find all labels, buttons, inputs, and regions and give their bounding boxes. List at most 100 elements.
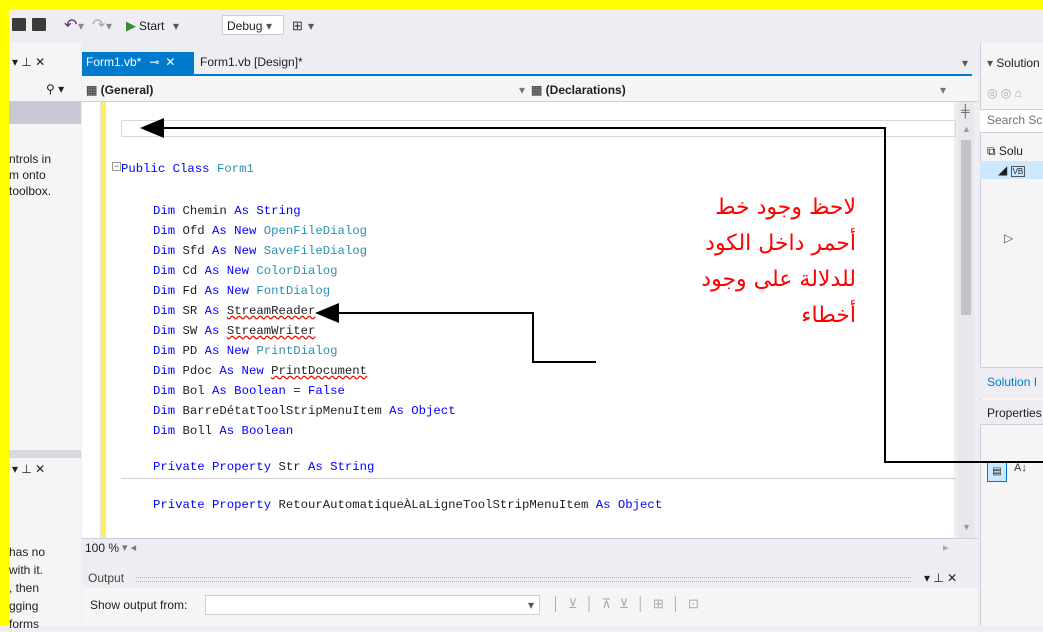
help-message-3: , then: [9, 581, 40, 595]
toolbox-message-2: m onto: [9, 168, 46, 182]
class-icon: ▦: [86, 83, 101, 97]
code-line: Dim BarreDétatToolStripMenuItem As Objec…: [153, 404, 456, 418]
help-message-4: gging: [9, 599, 39, 613]
output-source-select[interactable]: [205, 595, 540, 615]
code-line-property: Private Property RetourAutomatiqueÀLaLig…: [153, 498, 663, 512]
config-dropdown-icon[interactable]: ▾: [266, 17, 272, 35]
code-line: Dim Cd As New ColorDialog: [153, 264, 338, 278]
code-line: Dim Bol As Boolean = False: [153, 384, 345, 398]
declarations-dropdown-arrow-icon[interactable]: ▾: [940, 82, 946, 98]
code-line: Dim Ofd As New OpenFileDialog: [153, 224, 368, 238]
annotation-line-2: أحمر داخل الكود: [705, 231, 856, 256]
toolbox-message-3: toolbox.: [9, 184, 52, 198]
start-button[interactable]: Start: [139, 17, 164, 35]
code-line-property: Private Property Str As String: [153, 460, 375, 474]
vb-project-icon: VB: [1010, 166, 1026, 177]
method-separator: [121, 478, 956, 479]
code-line: Dim Sfd As New SaveFileDialog: [153, 244, 368, 258]
pin-icon[interactable]: ⊸: [149, 55, 159, 69]
yellow-left-border: [0, 0, 9, 626]
solution-icon: ⧉: [987, 144, 999, 158]
declarations-dropdown-value: (Declarations): [545, 83, 626, 97]
find-icon[interactable]: ⊞: [292, 17, 303, 35]
output-panel-controls[interactable]: ▾ ⊥ ✕: [924, 571, 957, 585]
toolbox-message-1: ntrols in: [9, 152, 52, 166]
toolbox-panel-controls[interactable]: ▾ ⊥ ✕: [12, 55, 45, 69]
project-node[interactable]: ◢ VB: [998, 162, 1043, 180]
declarations-dropdown[interactable]: ▦ (Declarations): [531, 82, 626, 98]
code-line-class: Public Class Form1: [121, 162, 254, 176]
alphabetical-icon[interactable]: A↓: [1014, 462, 1027, 474]
annotation-text: لاحظ وجود خط أحمر داخل الكود للدلالة على…: [596, 190, 856, 334]
nav-arrows-icon[interactable]: ◎ ◎ ⌂: [987, 85, 1043, 101]
toolbar-overflow-icon[interactable]: ▾: [308, 17, 314, 35]
save-all-icon[interactable]: [32, 18, 46, 31]
properties-title: Properties: [987, 406, 1042, 420]
output-source-dropdown-icon[interactable]: ▾: [528, 598, 534, 612]
panel-dropdown-icon[interactable]: ▾: [987, 56, 996, 70]
scroll-up-icon[interactable]: ▲: [962, 124, 971, 134]
vertical-scrollbar-thumb[interactable]: [961, 140, 971, 315]
help-message-5: forms: [9, 617, 39, 631]
solution-tree-root-label: Solu: [998, 144, 1023, 158]
current-line-highlight: [121, 120, 956, 137]
output-title: Output: [88, 571, 125, 585]
undo-icon[interactable]: ↶: [64, 17, 77, 35]
tab-form1-code-label: Form1.vb*: [86, 55, 142, 69]
configuration-value: Debug: [227, 19, 263, 33]
annotation-line-1: لاحظ وجود خط: [715, 195, 856, 220]
solution-explorer-title: ▾ Solution E: [987, 55, 1043, 71]
solution-explorer-title-text: Solution E: [996, 56, 1043, 70]
code-line: Dim Chemin As String: [153, 204, 301, 218]
general-dropdown-arrow-icon[interactable]: ▾: [519, 82, 525, 98]
close-tab-icon[interactable]: ✕: [165, 55, 175, 69]
code-line-error: Dim SR As StreamReader: [153, 304, 316, 318]
method-icon: ▦: [531, 83, 546, 97]
collapse-icon[interactable]: −: [112, 162, 121, 171]
start-play-icon[interactable]: ▶: [126, 17, 136, 35]
scroll-down-icon[interactable]: ▼: [962, 522, 971, 532]
code-line: Dim PD As New PrintDialog: [153, 344, 338, 358]
help-message-2: with it.: [9, 563, 44, 577]
start-dropdown-icon[interactable]: ▾: [173, 17, 179, 35]
tab-list-dropdown-icon[interactable]: ▾: [962, 56, 968, 70]
configuration-select[interactable]: Debug: [222, 15, 284, 35]
solution-search-placeholder: Search Sc: [987, 113, 1043, 127]
zoom-level[interactable]: 100 %: [85, 541, 119, 555]
code-line: Dim Boll As Boolean: [153, 424, 294, 438]
zoom-dropdown-icon[interactable]: ▾ ◂: [122, 541, 136, 554]
editor-status-bar: [82, 538, 978, 559]
annotation-line-4: أخطاء: [801, 303, 856, 328]
tab-form1-code[interactable]: Form1.vb* ⊸ ✕: [82, 52, 194, 74]
expand-arrow-icon[interactable]: ▷: [1004, 230, 1043, 246]
redo-dropdown-icon[interactable]: ▾: [106, 17, 112, 35]
solution-tree-root[interactable]: ⧉ Solu: [987, 143, 1043, 159]
toolbox-search-icon[interactable]: ⚲ ▾: [46, 82, 64, 96]
code-line: Dim Fd As New FontDialog: [153, 284, 331, 298]
general-dropdown-value: (General): [100, 83, 154, 97]
code-line-error: Dim Pdoc As New PrintDocument: [153, 364, 368, 378]
solution-explorer-tab[interactable]: Solution I: [987, 374, 1043, 390]
editor-margin: [82, 102, 101, 538]
yellow-top-border: [0, 0, 1043, 10]
toolbox-panel: [9, 43, 81, 626]
help-message-1: has no: [9, 545, 46, 559]
scroll-right-icon[interactable]: ▸: [943, 541, 949, 554]
code-line-error: Dim SW As StreamWriter: [153, 324, 316, 338]
save-icon[interactable]: [12, 18, 26, 31]
split-editor-icon[interactable]: ╪: [961, 104, 970, 118]
properties-panel-controls[interactable]: ▾ ⊥ ✕: [12, 462, 45, 476]
change-tracking-bar: [101, 102, 106, 538]
output-drag-grip[interactable]: [136, 577, 911, 582]
redo-icon[interactable]: ↷: [92, 17, 105, 35]
navigation-bar: [82, 76, 978, 102]
toolbox-header: [9, 101, 81, 124]
general-dropdown[interactable]: ▦ (General): [86, 82, 153, 98]
panel-splitter[interactable]: [9, 450, 81, 458]
undo-dropdown-icon[interactable]: ▾: [78, 17, 84, 35]
annotation-line-3: للدلالة على وجود: [701, 267, 856, 292]
tab-form1-design[interactable]: Form1.vb [Design]*: [196, 52, 326, 74]
categorized-icon[interactable]: ▤: [987, 462, 1007, 482]
tab-form1-design-label: Form1.vb [Design]*: [200, 55, 303, 69]
output-toolbar-icons[interactable]: │⊻│⊼⊻│⊞│⊡: [552, 596, 707, 612]
